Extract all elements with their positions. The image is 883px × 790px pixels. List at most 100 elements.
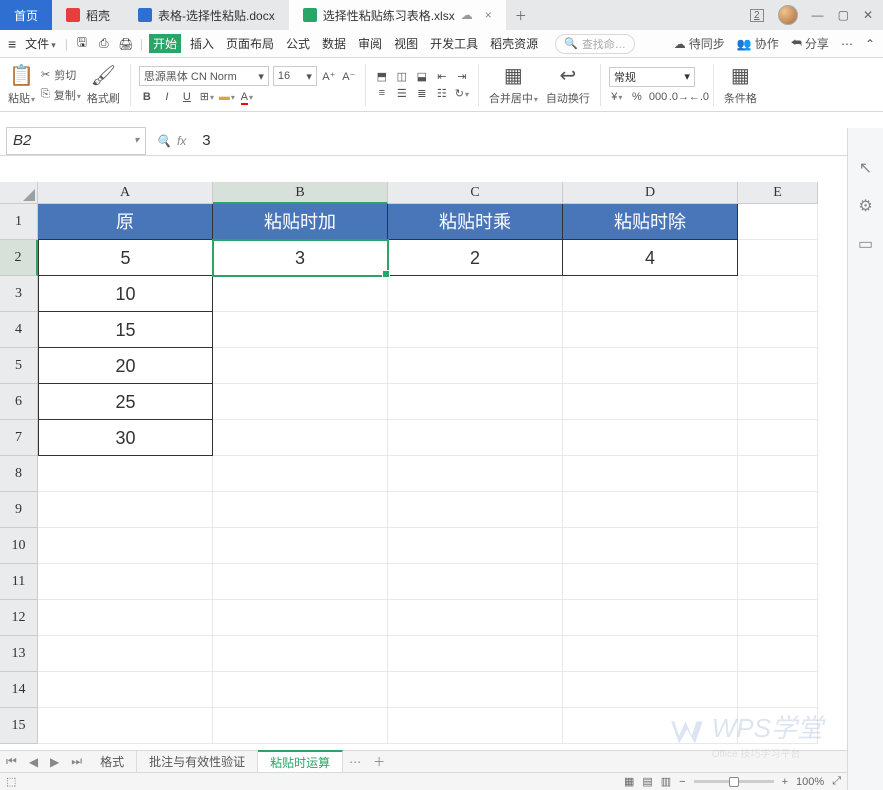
cell-B12[interactable] xyxy=(213,600,388,636)
cell-B9[interactable] xyxy=(213,492,388,528)
copy-button[interactable]: ⎘复制 xyxy=(41,87,81,103)
cell-A2[interactable]: 5 xyxy=(38,240,213,276)
share-button[interactable]: ⮪ 分享 xyxy=(791,35,829,52)
cell-D1[interactable]: 粘贴时除 xyxy=(563,204,738,240)
sheet-tab-3[interactable]: 粘贴时运算 xyxy=(258,750,343,773)
cell-E14[interactable] xyxy=(738,672,818,708)
wrap-text-button[interactable]: ↩ 自动换行 xyxy=(544,63,592,106)
row-4[interactable]: 4 xyxy=(0,312,38,348)
cell-D9[interactable] xyxy=(563,492,738,528)
row-14[interactable]: 14 xyxy=(0,672,38,708)
cell-B4[interactable] xyxy=(213,312,388,348)
decrease-font-icon[interactable]: A⁻ xyxy=(341,70,357,83)
cell-A15[interactable] xyxy=(38,708,213,744)
cell-C2[interactable]: 2 xyxy=(388,240,563,276)
col-E[interactable]: E xyxy=(738,182,818,204)
sheet-more-icon[interactable]: ⋯ xyxy=(343,755,367,769)
font-size-select[interactable]: 16▾ xyxy=(273,66,317,86)
cell-D6[interactable] xyxy=(563,384,738,420)
cell-E10[interactable] xyxy=(738,528,818,564)
cell-C7[interactable] xyxy=(388,420,563,456)
cell-D14[interactable] xyxy=(563,672,738,708)
indent-left-icon[interactable]: ⇤ xyxy=(434,70,450,83)
prev-sheet-icon[interactable]: ◀ xyxy=(23,755,44,769)
hamburger-icon[interactable]: ≡ xyxy=(8,36,16,52)
cell-E8[interactable] xyxy=(738,456,818,492)
cell-E7[interactable] xyxy=(738,420,818,456)
menu-insert[interactable]: 插入 xyxy=(187,35,217,52)
cell-E4[interactable] xyxy=(738,312,818,348)
fill-color-icon[interactable]: ▬ xyxy=(219,91,235,103)
cell-D12[interactable] xyxy=(563,600,738,636)
menu-data[interactable]: 数据 xyxy=(319,35,349,52)
row-1[interactable]: 1 xyxy=(0,204,38,240)
minimize-icon[interactable]: — xyxy=(812,8,824,22)
cell-B10[interactable] xyxy=(213,528,388,564)
tab-word-doc[interactable]: 表格-选择性粘贴.docx xyxy=(124,0,289,30)
cell-C13[interactable] xyxy=(388,636,563,672)
more-icon[interactable]: ⋯ xyxy=(841,37,853,51)
cell-E15[interactable] xyxy=(738,708,818,744)
close-window-icon[interactable]: ✕ xyxy=(863,8,873,22)
cell-C15[interactable] xyxy=(388,708,563,744)
italic-icon[interactable]: I xyxy=(159,91,175,103)
avatar[interactable] xyxy=(778,5,798,25)
menu-view[interactable]: 视图 xyxy=(391,35,421,52)
conditional-format-button[interactable]: ▦ 条件格 xyxy=(722,63,759,106)
align-center-icon[interactable]: ☰ xyxy=(394,87,410,100)
row-2[interactable]: 2 xyxy=(0,240,38,276)
menu-resources[interactable]: 稻壳资源 xyxy=(487,35,541,52)
formula-input[interactable]: 3 xyxy=(196,132,883,149)
cell-B1[interactable]: 粘贴时加 xyxy=(213,204,388,240)
row-8[interactable]: 8 xyxy=(0,456,38,492)
record-icon[interactable]: ⬚ xyxy=(6,775,16,788)
font-color-icon[interactable]: A xyxy=(239,91,255,103)
cell-C10[interactable] xyxy=(388,528,563,564)
add-sheet-icon[interactable]: ＋ xyxy=(367,753,391,770)
inc-decimal-icon[interactable]: .0→ xyxy=(669,91,685,103)
cell-E12[interactable] xyxy=(738,600,818,636)
cell-C1[interactable]: 粘贴时乘 xyxy=(388,204,563,240)
zoom-in-icon[interactable]: + xyxy=(782,776,788,788)
comma-icon[interactable]: 000 xyxy=(649,91,665,103)
sheet-tab-1[interactable]: 格式 xyxy=(88,751,137,772)
settings-slider-icon[interactable]: ⚙ xyxy=(858,196,872,216)
cell-C6[interactable] xyxy=(388,384,563,420)
row-13[interactable]: 13 xyxy=(0,636,38,672)
window-count[interactable]: 2 xyxy=(750,9,764,22)
cell-E1[interactable] xyxy=(738,204,818,240)
cell-A5[interactable]: 20 xyxy=(38,348,213,384)
cell-C5[interactable] xyxy=(388,348,563,384)
cell-C8[interactable] xyxy=(388,456,563,492)
merge-center-button[interactable]: ▦ 合并居中 xyxy=(487,63,540,106)
cell-D13[interactable] xyxy=(563,636,738,672)
print-preview-icon[interactable]: ⎙ xyxy=(96,36,112,52)
cell-E13[interactable] xyxy=(738,636,818,672)
indent-right-icon[interactable]: ⇥ xyxy=(454,70,470,83)
col-A[interactable]: A xyxy=(38,182,213,204)
format-painter-button[interactable]: 🖌 格式刷 xyxy=(85,63,122,106)
row-11[interactable]: 11 xyxy=(0,564,38,600)
cell-D15[interactable] xyxy=(563,708,738,744)
cell-E2[interactable] xyxy=(738,240,818,276)
menu-layout[interactable]: 页面布局 xyxy=(223,35,277,52)
percent-icon[interactable]: % xyxy=(629,91,645,103)
cell-A11[interactable] xyxy=(38,564,213,600)
cell-C4[interactable] xyxy=(388,312,563,348)
fullscreen-icon[interactable]: ⤢ xyxy=(832,775,841,788)
cell-E11[interactable] xyxy=(738,564,818,600)
cell-A1[interactable]: 原 xyxy=(38,204,213,240)
cell-D2[interactable]: 4 xyxy=(563,240,738,276)
add-tab-button[interactable]: ＋ xyxy=(506,0,536,30)
font-name-select[interactable]: 思源黑体 CN Norm▾ xyxy=(139,66,269,86)
cell-A7[interactable]: 30 xyxy=(38,420,213,456)
menu-start[interactable]: 开始 xyxy=(149,34,181,53)
cell-A8[interactable] xyxy=(38,456,213,492)
cell-B5[interactable] xyxy=(213,348,388,384)
paste-button[interactable]: 📋 粘贴 xyxy=(6,63,37,106)
underline-icon[interactable]: U xyxy=(179,91,195,103)
align-left-icon[interactable]: ≡ xyxy=(374,87,390,99)
align-bottom-icon[interactable]: ⬓ xyxy=(414,70,430,83)
cell-B11[interactable] xyxy=(213,564,388,600)
tab-home[interactable]: 首页 xyxy=(0,0,52,30)
